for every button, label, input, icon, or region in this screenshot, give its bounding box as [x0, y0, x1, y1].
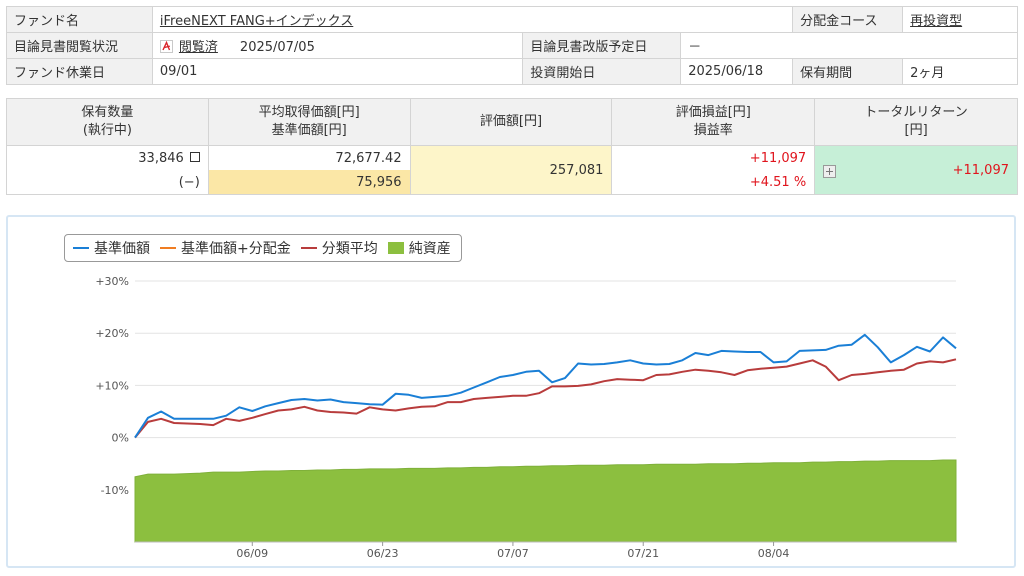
avg-cost-header: 平均取得価額[円] 基準価額[円]	[207, 98, 411, 146]
fund-info-table: ファンド名 iFreeNEXT FANG+インデックス 分配金コース 再投資型 …	[6, 6, 1018, 85]
legend-category-avg-swatch	[300, 247, 317, 249]
x-tick-label: 07/21	[627, 547, 659, 560]
chart-legend: 基準価額 基準価額+分配金 分類平均 純資産	[64, 234, 462, 262]
x-tick-label: 06/23	[367, 547, 399, 560]
nav-line	[134, 333, 957, 439]
x-tick-label: 06/09	[236, 547, 268, 560]
dist-course-label: 分配金コース	[792, 6, 904, 33]
legend-category-avg[interactable]: 分類平均	[300, 238, 378, 258]
holdings-table: 保有数量 (執行中) 平均取得価額[円] 基準価額[円] 評価額[円] 評価損益…	[6, 98, 1018, 195]
expand-plus-icon[interactable]	[823, 164, 837, 178]
y-tick-label: +10%	[95, 379, 129, 392]
qty-header: 保有数量 (執行中)	[6, 98, 209, 146]
legend-net-assets-swatch	[387, 242, 404, 254]
square-icon	[189, 151, 200, 162]
qty-cell: 33,846	[6, 145, 209, 170]
dist-course-link[interactable]: 再投資型	[910, 14, 962, 29]
legend-nav[interactable]: 基準価額	[73, 238, 150, 258]
category-avg-line	[134, 358, 957, 439]
y-tick-label: 0%	[112, 432, 129, 445]
prospectus-row: 目論見書閲覧状況 閲覧済 2025/07/05 目論見書改版予定日 －	[6, 32, 1018, 59]
prospectus-status-label: 目論見書閲覧状況	[6, 32, 153, 59]
y-tick-label: +30%	[95, 275, 129, 288]
pl-cell: +11,097	[611, 145, 816, 170]
fund-name-row: ファンド名 iFreeNEXT FANG+インデックス 分配金コース 再投資型	[6, 6, 1018, 33]
legend-nav-dist-swatch	[160, 247, 176, 249]
fund-name-label: ファンド名	[6, 6, 153, 33]
y-tick-label: -10%	[101, 484, 129, 497]
qty-pending-cell: (−)	[6, 170, 209, 195]
legend-nav-swatch	[73, 247, 89, 249]
pl-header: 評価損益[円] 損益率	[611, 98, 816, 146]
avg-cost-cell: 72,677.42	[207, 145, 411, 170]
revision-value: －	[680, 32, 1018, 59]
legend-nav-dist[interactable]: 基準価額+分配金	[160, 238, 291, 258]
holding-period-label: 保有期間	[792, 58, 904, 85]
holiday-label: ファンド休業日	[6, 58, 153, 85]
pl-rate-cell: +4.51 %	[611, 170, 816, 195]
x-tick-label: 08/04	[758, 547, 790, 560]
holiday-value: 09/01	[151, 58, 524, 85]
x-tick-label: 07/07	[497, 547, 529, 560]
performance-chart: +30% +20% +10% 0% -10% 06/09 06/23 07/07 07/21 08…	[95, 275, 957, 560]
valuation-header: 評価額[円]	[409, 98, 613, 146]
holding-period-value: 2ヶ月	[902, 58, 1018, 85]
revision-label: 目論見書改版予定日	[522, 32, 682, 59]
chart-panel: +30% +20% +10% 0% -10% 06/09 06/23 07/07 07/21 08…	[6, 215, 1016, 568]
net-assets-area	[134, 459, 957, 543]
valuation-cell: 257,081	[409, 145, 613, 195]
nav-cell: 75,956	[207, 170, 411, 195]
legend-net-assets[interactable]: 純資産	[387, 238, 451, 258]
invest-start-value: 2025/06/18	[680, 58, 794, 85]
invest-start-label: 投資開始日	[522, 58, 682, 85]
prospectus-status-link[interactable]: 閲覧済	[179, 40, 218, 55]
total-return-cell: +11,097	[814, 145, 1018, 195]
prospectus-date: 2025/07/05	[239, 40, 315, 55]
holdings-row: 33,846 72,677.42 257,081 +11,097 +11,097	[6, 145, 1018, 195]
fund-name-link[interactable]: iFreeNEXT FANG+インデックス	[160, 14, 353, 29]
total-return-header: トータルリターン [円]	[814, 98, 1018, 146]
holiday-row: ファンド休業日 09/01 投資開始日 2025/06/18 保有期間 2ヶ月	[6, 58, 1018, 85]
pdf-icon[interactable]	[159, 40, 173, 53]
y-tick-label: +20%	[95, 327, 129, 340]
holdings-header-row: 保有数量 (執行中) 平均取得価額[円] 基準価額[円] 評価額[円] 評価損益…	[6, 98, 1018, 146]
